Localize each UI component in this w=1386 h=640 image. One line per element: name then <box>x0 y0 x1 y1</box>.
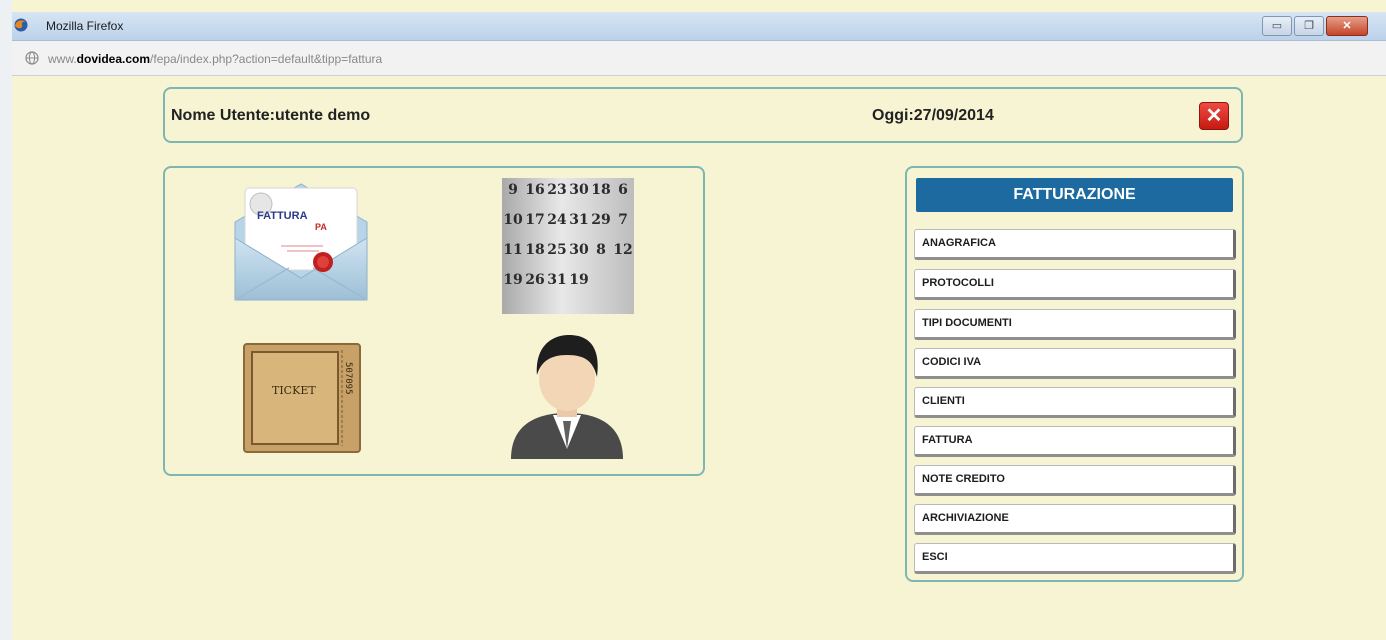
calendar-day-number: 31 <box>547 272 567 288</box>
url-path: /fepa/index.php?action=default&tipp=fatt… <box>150 52 383 66</box>
restore-button[interactable]: ❐ <box>1294 16 1324 36</box>
calendar-day-number: 12 <box>613 242 633 258</box>
address-bar[interactable]: www.dovidea.com/fepa/index.php?action=de… <box>12 41 1386 76</box>
firefox-icon <box>14 18 28 32</box>
icon-panel: FATTURA PA 9 16 23 30 18 6 10 17 24 31 29 7 11 18 25 30… <box>163 166 705 476</box>
menu-item-fattura[interactable]: FATTURA <box>914 426 1236 457</box>
menu-item-clienti[interactable]: CLIENTI <box>914 387 1236 418</box>
calendar-day-number: 9 <box>508 182 518 198</box>
fattura-pa-envelope-icon[interactable]: FATTURA PA <box>231 178 371 304</box>
window-close-button[interactable]: ✕ <box>1326 16 1368 36</box>
calendar-grid: 9 16 23 30 18 6 10 17 24 31 29 7 11 18 25 30 8 12 19 26 31 19 <box>502 178 634 302</box>
menu-title: FATTURAZIONE <box>916 178 1233 212</box>
calendar-day-number: 29 <box>591 212 611 228</box>
calendar-day-number: 24 <box>547 212 567 228</box>
menu-item-note-credito[interactable]: NOTE CREDITO <box>914 465 1236 496</box>
url-text[interactable]: www.dovidea.com/fepa/index.php?action=de… <box>48 52 382 66</box>
calendar-day-number: 18 <box>591 182 611 198</box>
window-left-edge <box>0 0 12 640</box>
ticket-number: 507095 <box>343 362 353 395</box>
minimize-button[interactable]: ▭ <box>1262 16 1292 36</box>
user-avatar-icon[interactable] <box>505 331 629 459</box>
calendar-icon[interactable]: 9 16 23 30 18 6 10 17 24 31 29 7 11 18 25 30 8 12 19 26 31 19 <box>502 178 634 314</box>
calendar-day-number: 30 <box>569 242 589 258</box>
calendar-day-number: 7 <box>618 212 628 228</box>
date-label: Oggi:27/09/2014 <box>872 107 994 124</box>
calendar-day-number: 6 <box>618 182 628 198</box>
fattura-word: FATTURA <box>257 210 308 222</box>
logout-close-button[interactable]: ✕ <box>1199 102 1229 130</box>
menu-item-tipi-documenti[interactable]: TIPI DOCUMENTI <box>914 309 1236 340</box>
calendar-day-number: 26 <box>525 272 545 288</box>
calendar-day-number: 18 <box>525 242 545 258</box>
calendar-day-number: 31 <box>569 212 589 228</box>
calendar-day-number: 11 <box>503 242 523 258</box>
window-title: Mozilla Firefox <box>46 19 124 33</box>
menu-item-codici-iva[interactable]: CODICI IVA <box>914 348 1236 379</box>
calendar-day-number: 8 <box>596 242 606 258</box>
fattura-pa-tag: PA <box>315 222 327 232</box>
menu-item-archiviazione[interactable]: ARCHIVIAZIONE <box>914 504 1236 535</box>
calendar-day-number: 30 <box>569 182 589 198</box>
header-panel: Nome Utente:utente demo Oggi:27/09/2014 … <box>163 87 1243 143</box>
menu-item-anagrafica[interactable]: ANAGRAFICA <box>914 229 1236 260</box>
calendar-day-number: 23 <box>547 182 567 198</box>
globe-icon <box>25 51 39 65</box>
calendar-day-number: 25 <box>547 242 567 258</box>
browser-titlebar: Mozilla Firefox ▭ ❐ ✕ <box>12 12 1386 41</box>
calendar-day-number: 17 <box>525 212 545 228</box>
url-prefix: www. <box>48 52 77 66</box>
calendar-day-number: 19 <box>569 272 589 288</box>
user-name-label: Nome Utente:utente demo <box>171 107 371 124</box>
ticket-icon[interactable]: TICKET 507095 <box>242 342 362 454</box>
menu-item-protocolli[interactable]: PROTOCOLLI <box>914 269 1236 300</box>
calendar-day-number: 10 <box>503 212 523 228</box>
ticket-label: TICKET <box>272 384 316 397</box>
menu-item-esci[interactable]: ESCI <box>914 543 1236 574</box>
calendar-day-number: 19 <box>503 272 523 288</box>
calendar-day-number: 16 <box>525 182 545 198</box>
url-domain: dovidea.com <box>76 52 151 66</box>
billing-menu-panel: FATTURAZIONE ANAGRAFICA PROTOCOLLI TIPI … <box>905 166 1244 582</box>
